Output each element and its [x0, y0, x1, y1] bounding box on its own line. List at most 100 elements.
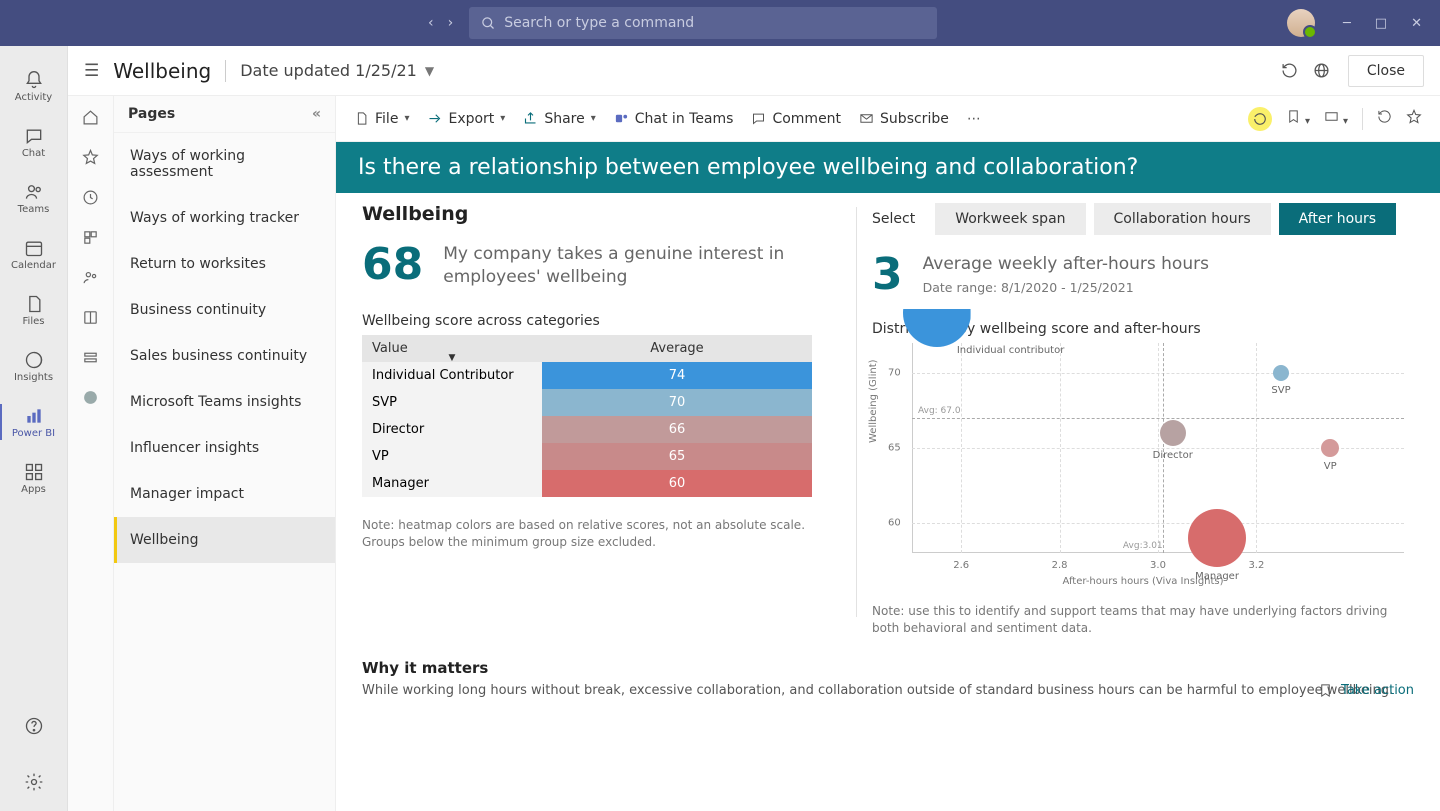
rail-apps[interactable]: Apps	[0, 450, 67, 506]
search-placeholder: Search or type a command	[504, 15, 694, 31]
export-label: Export	[448, 111, 494, 127]
row-value: 70	[542, 389, 812, 416]
back-icon[interactable]: ‹	[424, 13, 438, 33]
reset-icon[interactable]	[1248, 107, 1272, 131]
sidebar-page-item[interactable]: Ways of working assessment	[114, 133, 335, 195]
more-icon[interactable]: ⋯	[967, 111, 981, 127]
after-hours-text: Average weekly after-hours hours	[923, 253, 1209, 276]
minimize-icon[interactable]: ─	[1343, 16, 1351, 31]
rail-label: Teams	[18, 204, 50, 215]
search-icon	[481, 16, 496, 31]
rail-activity[interactable]: Activity	[0, 58, 67, 114]
sidebar-page-item[interactable]: Microsoft Teams insights	[114, 379, 335, 425]
search-input[interactable]: Search or type a command	[469, 7, 937, 39]
left-column: Wellbeing 68 My company takes a genuine …	[362, 203, 842, 637]
gear-icon	[24, 772, 44, 792]
close-window-icon[interactable]: ✕	[1411, 16, 1422, 31]
tab-collab[interactable]: Collaboration hours	[1094, 203, 1271, 235]
refresh-icon[interactable]	[1274, 55, 1306, 87]
file-icon	[24, 294, 44, 314]
collapse-icon[interactable]: «	[312, 106, 321, 122]
learn-icon[interactable]	[82, 306, 99, 328]
rail-insights[interactable]: Insights	[0, 338, 67, 394]
tab-workweek[interactable]: Workweek span	[935, 203, 1085, 235]
app-rail: Activity Chat Teams Calendar Files Insig…	[0, 46, 68, 811]
shared-icon[interactable]	[82, 266, 99, 288]
section-title: Wellbeing	[362, 203, 842, 225]
rail-label: Insights	[14, 372, 53, 383]
rail-label: Activity	[15, 92, 52, 103]
export-menu[interactable]: Export▾	[427, 111, 505, 127]
page-header: ☰ Wellbeing Date updated 1/25/21 ▼ Close	[68, 46, 1440, 96]
question-banner: Is there a relationship between employee…	[336, 142, 1440, 193]
powerbi-icon	[24, 406, 44, 426]
maximize-icon[interactable]: □	[1375, 16, 1387, 31]
sidebar-page-item[interactable]: Influencer insights	[114, 425, 335, 471]
why-heading: Why it matters	[362, 659, 1414, 677]
rail-settings[interactable]	[0, 755, 67, 811]
row-label: VP	[362, 443, 542, 470]
take-action-button[interactable]: Take action	[1318, 683, 1414, 698]
comment-label: Comment	[772, 111, 841, 127]
row-label: SVP	[362, 389, 542, 416]
table-note: Note: heatmap colors are based on relati…	[362, 517, 822, 551]
bubble-point[interactable]	[1160, 420, 1186, 446]
pages-heading-row: Pages «	[114, 96, 335, 133]
bookmark-icon[interactable]: ▾	[1286, 109, 1310, 128]
rail-files[interactable]: Files	[0, 282, 67, 338]
row-value: 65	[542, 443, 812, 470]
recent-icon[interactable]	[82, 186, 99, 208]
favorite-icon[interactable]	[1406, 109, 1422, 129]
sidebar-page-item[interactable]: Business continuity	[114, 287, 335, 333]
rail-label: Power BI	[12, 428, 55, 439]
rail-help[interactable]	[0, 699, 67, 755]
home-icon[interactable]	[82, 106, 99, 128]
metric-tabs: Select Workweek span Collaboration hours…	[872, 203, 1414, 235]
comment-button[interactable]: Comment	[751, 111, 841, 127]
wellbeing-score-text: My company takes a genuine interest in e…	[443, 243, 842, 289]
history-nav: ‹ ›	[424, 13, 457, 33]
after-hours-metric: 3	[872, 253, 903, 297]
sidebar-page-item[interactable]: Sales business continuity	[114, 333, 335, 379]
sidebar-page-item[interactable]: Ways of working tracker	[114, 195, 335, 241]
pages-panel: Pages « Ways of working assessmentWays o…	[114, 96, 336, 811]
chat-teams-button[interactable]: Chat in Teams	[614, 111, 734, 127]
view-icon[interactable]: ▾	[1324, 109, 1348, 128]
rail-teams[interactable]: Teams	[0, 170, 67, 226]
col-value[interactable]: Value▼	[362, 335, 542, 362]
sidebar-page-item[interactable]: Manager impact	[114, 471, 335, 517]
teams-icon	[614, 111, 629, 126]
file-menu[interactable]: File▾	[354, 111, 409, 127]
bubble-point[interactable]	[1188, 509, 1246, 567]
person-icon[interactable]	[82, 386, 99, 408]
document-icon	[354, 111, 369, 126]
table-row: Individual Contributor74	[362, 362, 812, 389]
workspace-icon[interactable]	[82, 346, 99, 368]
table-row: Manager60	[362, 470, 812, 497]
tab-afterhours[interactable]: After hours	[1279, 203, 1396, 235]
why-section: Why it matters While working long hours …	[362, 659, 1414, 698]
rail-powerbi[interactable]: Power BI	[0, 394, 67, 450]
rail-chat[interactable]: Chat	[0, 114, 67, 170]
bubble-label: VP	[1324, 461, 1337, 472]
subscribe-button[interactable]: Subscribe	[859, 111, 949, 127]
share-label: Share	[544, 111, 584, 127]
sidebar-page-item[interactable]: Return to worksites	[114, 241, 335, 287]
forward-icon[interactable]: ›	[444, 13, 458, 33]
app-icon[interactable]	[82, 226, 99, 248]
bubble-point[interactable]	[1321, 439, 1339, 457]
share-menu[interactable]: Share▾	[523, 111, 595, 127]
insights-icon	[24, 350, 44, 370]
star-icon[interactable]	[82, 146, 99, 168]
close-button[interactable]: Close	[1348, 55, 1424, 87]
why-text: While working long hours without break, …	[362, 683, 1414, 698]
bubble-point[interactable]	[1273, 365, 1289, 381]
col-average[interactable]: Average	[542, 335, 812, 362]
sidebar-page-item[interactable]: Wellbeing	[114, 517, 335, 563]
chevron-down-icon[interactable]: ▼	[425, 64, 434, 78]
globe-icon[interactable]	[1306, 55, 1338, 87]
rail-calendar[interactable]: Calendar	[0, 226, 67, 282]
hamburger-icon[interactable]: ☰	[84, 61, 99, 81]
avatar[interactable]	[1287, 9, 1315, 37]
refresh2-icon[interactable]	[1377, 109, 1392, 128]
